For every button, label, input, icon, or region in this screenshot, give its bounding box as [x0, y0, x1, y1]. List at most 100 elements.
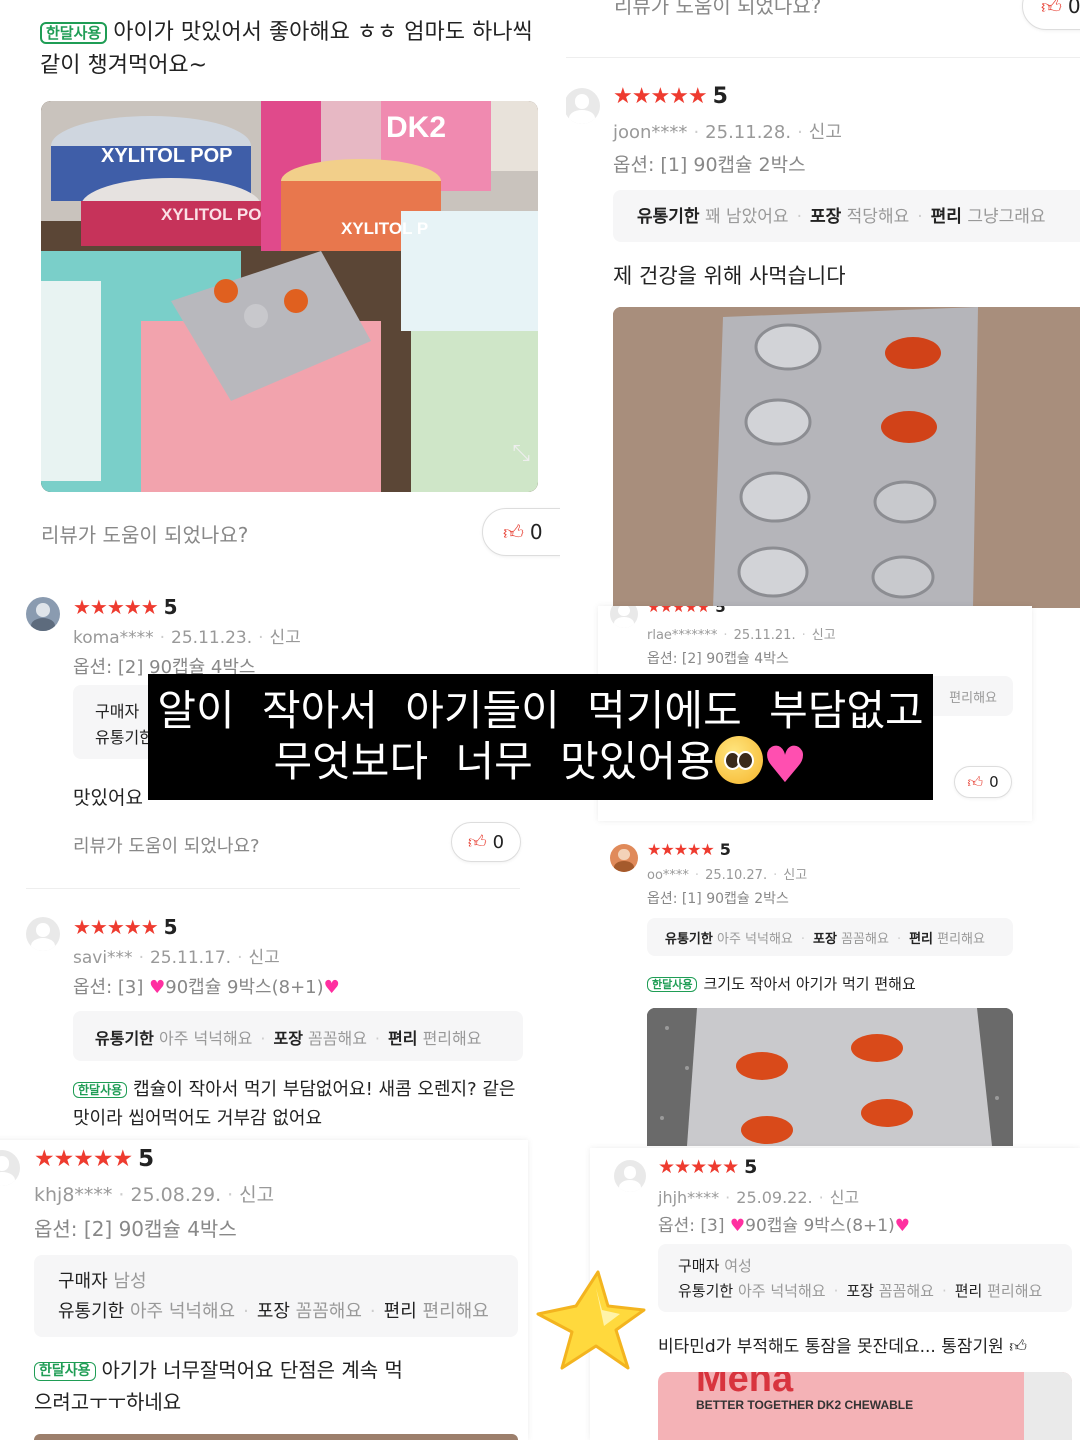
- star-icon: ★★★★★: [647, 606, 710, 616]
- user-avatar-icon: [26, 597, 60, 631]
- review-card-savi: ★★★★★ 5 savi*** · 25.11.17. · 신고 옵션: [3] ♥90캡…: [0, 905, 560, 1140]
- review-meta: joon**** · 25.11.28. · 신고: [613, 122, 842, 143]
- attribute-box: 유통기한 꽤 남았어요 · 포장 적당해요 · 편리 그냥그래요: [613, 190, 1080, 242]
- photo-label-xylitol-3: XYLITOL P: [341, 219, 429, 238]
- review-photo-blister[interactable]: [647, 1008, 1013, 1146]
- rating-row: ★★★★★ 5: [613, 84, 728, 109]
- photo-label-dk2: DK2: [386, 111, 447, 144]
- star-icon: ★★★★★: [613, 84, 708, 109]
- helpful-question: 리뷰가 도움이 되었나요?: [614, 0, 822, 18]
- thumbs-up-emoji-icon: 👍︎: [1009, 1337, 1027, 1357]
- username: rlae*******: [647, 628, 718, 643]
- photo-label-brand: Mena: [696, 1372, 794, 1400]
- like-button[interactable]: 👍︎ 0: [451, 822, 521, 862]
- option-text: 옵션: [1] 90캡슐 2박스: [647, 891, 789, 907]
- caption-line-1: 알이 작아서 아기들이 먹기에도 부담없고: [157, 686, 924, 735]
- review-photo-blister[interactable]: [613, 307, 1080, 608]
- rating-row: ★★★★★ 5: [34, 1146, 155, 1172]
- option-text: 옵션: [3] ♥90캡슐 9박스(8+1)♥: [658, 1216, 910, 1236]
- usage-badge: 한달사용: [647, 976, 698, 993]
- attribute-box: 유통기한 아주 넉넉해요 · 포장 꼼꼼해요 · 편리 편리해요: [73, 1011, 523, 1061]
- review-text: 비타민d가 부적해도 통잠을 못잔데요... 통잠기원 👍︎: [658, 1337, 1027, 1357]
- star-icon: ★★★★★: [34, 1146, 133, 1172]
- rating-row: ★★★★★ 5: [647, 606, 726, 616]
- star-icon: ★★★★★: [658, 1156, 739, 1178]
- review-card-oo: ★★★★★ 5 oo**** · 25.10.27. · 신고 옵션: [1] 90캡슐 …: [598, 828, 1032, 1146]
- review-date: 25.10.27.: [705, 868, 768, 883]
- expand-icon[interactable]: ⤡: [512, 441, 530, 466]
- review-meta: oo**** · 25.10.27. · 신고: [647, 868, 808, 883]
- review-meta: koma**** · 25.11.23. · 신고: [73, 628, 301, 648]
- review-text: 한달사용 캡슐이 작아서 먹기 부담없어요! 새콤 오렌지? 같은 맛이라 씹어먹…: [73, 1079, 516, 1129]
- usage-badge: 한달사용: [34, 1362, 96, 1381]
- attribute-box: 유통기한 아주 넉넉해요 · 포장 꼼꼼해요 · 편리 편리해요: [647, 918, 1013, 956]
- photo-box-edge: [1024, 1372, 1072, 1440]
- report-link[interactable]: 신고: [270, 628, 301, 648]
- report-link[interactable]: 신고: [239, 1184, 274, 1206]
- option-text: 옵션: [1] 90캡슐 2박스: [613, 154, 806, 176]
- username: koma****: [73, 628, 154, 648]
- review-date: 25.11.21.: [733, 628, 796, 643]
- review-date: 25.08.29.: [130, 1184, 222, 1206]
- star-sticker-icon: [536, 1270, 646, 1370]
- like-button[interactable]: 👍︎ 0: [1022, 0, 1080, 30]
- helpful-bar-top-right: 리뷰가 도움이 되었나요? 👍︎ 0: [566, 0, 1080, 58]
- star-icon: ★★★★★: [73, 915, 159, 939]
- thumbs-up-icon: 👍︎: [503, 519, 524, 544]
- report-link[interactable]: 신고: [830, 1188, 859, 1207]
- heart-icon: ♥: [894, 1216, 910, 1236]
- star-icon: ★★★★★: [647, 840, 715, 859]
- username: oo****: [647, 868, 689, 883]
- like-button[interactable]: 👍︎ 0: [954, 766, 1012, 798]
- thumbs-up-icon: 👍︎: [467, 832, 487, 853]
- usage-badge: 한달사용: [73, 1081, 128, 1099]
- user-avatar-icon: [610, 844, 638, 872]
- user-avatar-icon: [614, 1160, 646, 1192]
- review-meta: rlae******* · 25.11.21. · 신고: [647, 628, 836, 643]
- rating-row: ★★★★★ 5: [73, 595, 178, 619]
- photo-blister-pack: [613, 307, 1080, 608]
- user-avatar-icon: [566, 88, 600, 124]
- review-card-jhjh: ★★★★★ 5 jhjh**** · 25.09.22. · 신고 옵션: [3] ♥90…: [590, 1148, 1080, 1440]
- pink-heart-icon: ♥: [762, 736, 808, 794]
- report-link[interactable]: 신고: [809, 122, 842, 143]
- user-avatar-icon: [0, 1150, 20, 1186]
- pleading-face-icon: [714, 736, 763, 784]
- review-text: 한달사용 아이가 맛있어서 좋아해요 ㅎㅎ 엄마도 하나씩 같이 챙겨먹어요~: [40, 20, 533, 78]
- usage-badge: 한달사용: [40, 22, 108, 44]
- thumbs-up-icon: 👍︎: [967, 772, 984, 791]
- username: khj8****: [34, 1184, 113, 1206]
- review-text: 제 건강을 위해 사먹습니다: [613, 264, 846, 288]
- photo-edge: [34, 1434, 518, 1440]
- photo-label-xylitol-2: XYLITOL PO: [161, 205, 262, 224]
- attribute-box: 구매자 여성 유통기한 아주 넉넉해요 · 포장 꼼꼼해요 · 편리 편리해요: [658, 1244, 1072, 1312]
- attribute-box: 구매자 남성 유통기한 아주 넉넉해요 · 포장 꼼꼼해요 · 편리 편리해요: [34, 1255, 518, 1337]
- review-card-top-left: 한달사용아이가 맛있어서 좋아해요 ㅎㅎ 엄마도 하나씩 같이 챙겨먹어요~: [0, 0, 560, 585]
- review-meta: khj8**** · 25.08.29. · 신고: [34, 1184, 275, 1206]
- option-text: 옵션: [2] 90캡슐 4박스: [34, 1217, 237, 1241]
- review-date: 25.11.28.: [705, 122, 792, 143]
- review-date: 25.11.17.: [149, 948, 232, 968]
- photo-label-xylitol-1: XYLITOL POP: [101, 145, 233, 167]
- username: jhjh****: [658, 1188, 720, 1207]
- review-meta: savi*** · 25.11.17. · 신고: [73, 948, 280, 968]
- username: savi***: [73, 948, 133, 968]
- report-link[interactable]: 신고: [783, 868, 807, 883]
- divider: [26, 888, 520, 889]
- review-photo[interactable]: XYLITOL POP XYLITOL PO XYLITOL P DK2 ⤡: [41, 101, 538, 492]
- rating-row: ★★★★★ 5: [647, 840, 731, 859]
- thumbs-up-icon: 👍︎: [1041, 0, 1062, 18]
- divider: [566, 57, 1080, 58]
- user-avatar-icon: [610, 606, 638, 628]
- review-meta: jhjh**** · 25.09.22. · 신고: [658, 1188, 860, 1207]
- photo-label-product: BETTER TOGETHER DK2 CHEWABLE: [696, 1398, 914, 1412]
- rating-row: ★★★★★ 5: [73, 915, 178, 939]
- report-link[interactable]: 신고: [248, 948, 279, 968]
- report-link[interactable]: 신고: [812, 628, 836, 643]
- option-text: 옵션: [2] 90캡슐 4박스: [647, 651, 789, 667]
- star-icon: ★★★★★: [73, 595, 159, 619]
- review-photo-product-box[interactable]: Mena BETTER TOGETHER DK2 CHEWABLE: [658, 1372, 1072, 1440]
- helpful-question: 리뷰가 도움이 되었나요?: [41, 523, 249, 547]
- like-button[interactable]: 👍︎ 0: [482, 508, 560, 556]
- photo-blister-on-counter: [647, 1008, 1013, 1146]
